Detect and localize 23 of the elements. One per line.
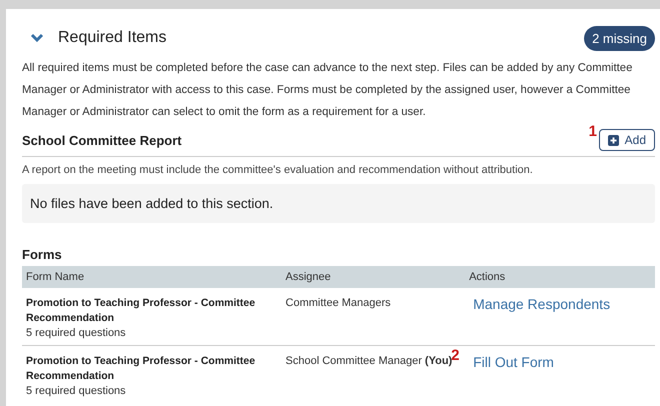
column-header: Actions	[465, 266, 655, 288]
action-link[interactable]: Fill Out Form	[473, 354, 554, 370]
section-title: Required Items	[58, 29, 168, 47]
empty-message: No files have been added to this section.	[22, 184, 655, 223]
annotation-number: 2	[451, 348, 460, 363]
column-header: Assignee	[282, 266, 466, 288]
form-detail: 5 required questions	[26, 384, 127, 399]
report-title: School Committee Report	[22, 132, 182, 148]
action-link[interactable]: Manage Respondents	[473, 296, 610, 312]
chevron-down-icon[interactable]	[30, 33, 44, 43]
section-description: All required items must be completed before the case can advance to the next step. Files can be added by any Committee Manager or Administrator with access to this case. Forms must be completed by the assigned user, however a Committee Manager or Administrator can select to omit the form as a requirement for a user.	[22, 61, 634, 120]
assignee: Committee Managers	[286, 297, 391, 309]
plus-icon	[608, 134, 619, 146]
assignee: School Committee Manager (You)	[286, 355, 452, 367]
form-detail: 5 required questions	[26, 326, 127, 341]
form-name: Promotion to Teaching Professor - Committee Recommendation	[26, 296, 256, 326]
annotation-number: 1	[588, 123, 597, 140]
report-description: A report on the meeting must include the committee's evaluation and recommendation without attribution.	[22, 164, 534, 176]
missing-badge: 2 missing	[584, 26, 655, 50]
add-button[interactable]: Add	[598, 129, 655, 151]
forms-title: Forms	[22, 247, 63, 262]
form-name: Promotion to Teaching Professor - Committee Recommendation	[26, 354, 256, 384]
column-header: Form Name	[22, 266, 282, 288]
